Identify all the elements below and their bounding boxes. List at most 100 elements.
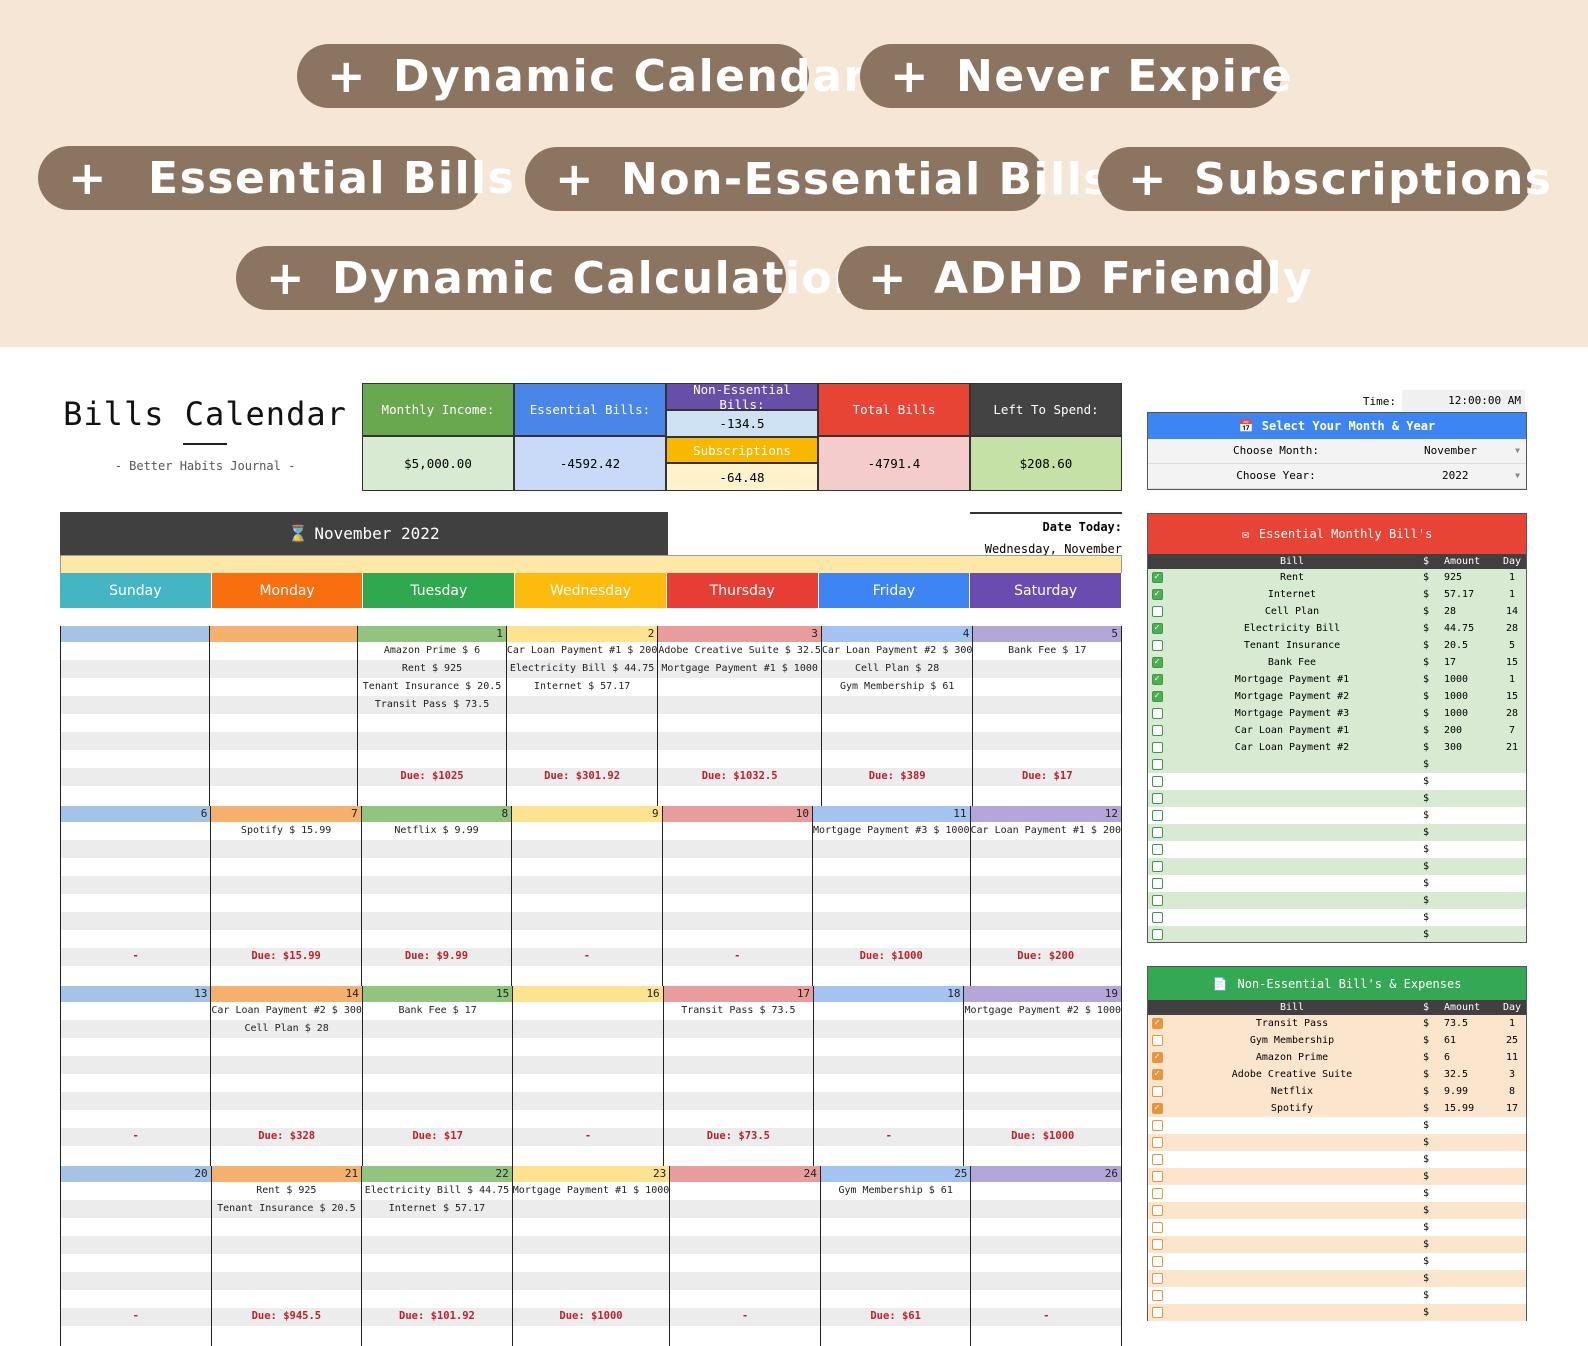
- unchecked-checkbox[interactable]: [1151, 895, 1163, 906]
- calendar-day-cell[interactable]: 11 Mortgage Payment #3 $ 1000 Due: $1000: [812, 806, 971, 986]
- calendar-day-cell[interactable]: 16 -: [513, 986, 664, 1166]
- calendar-day-cell[interactable]: 19 Mortgage Payment #2 $ 1000 Due: $1000: [964, 986, 1123, 1166]
- unchecked-checkbox[interactable]: [1151, 878, 1163, 889]
- unchecked-checkbox[interactable]: [1151, 1086, 1163, 1097]
- calendar-day-cell[interactable]: 24 -: [670, 1166, 821, 1346]
- checked-checkbox[interactable]: ✓: [1151, 1018, 1163, 1029]
- unchecked-checkbox[interactable]: [1151, 810, 1163, 821]
- month-row: Choose Month: November ▼: [1148, 439, 1526, 464]
- feature-pill-dynamic-calculation: + Dynamic Calculation: [236, 246, 865, 310]
- checked-checkbox[interactable]: ✓: [1151, 1069, 1163, 1080]
- calendar-day-cell[interactable]: 21 Rent $ 925 Tenant Insurance $ 20.5 Due: …: [211, 1166, 363, 1346]
- unchecked-checkbox[interactable]: [1151, 929, 1163, 940]
- unchecked-checkbox[interactable]: [1151, 793, 1163, 804]
- unchecked-checkbox[interactable]: [1151, 1137, 1163, 1148]
- calendar-day-cell[interactable]: [60, 626, 210, 806]
- calendar-day-cell[interactable]: 8 Netflix $ 9.99 Due: $9.99: [361, 806, 513, 986]
- unchecked-checkbox[interactable]: [1151, 708, 1163, 719]
- unchecked-checkbox[interactable]: [1151, 1222, 1163, 1233]
- bill-amount: 57.17: [1444, 589, 1475, 600]
- pill-label: Dynamic Calendar: [393, 50, 867, 102]
- unchecked-checkbox[interactable]: [1151, 1256, 1163, 1267]
- unchecked-checkbox[interactable]: [1151, 759, 1163, 770]
- day-due-total: -: [734, 950, 741, 962]
- unchecked-checkbox[interactable]: [1151, 912, 1163, 923]
- calendar-day-cell[interactable]: 9-: [512, 806, 663, 986]
- unchecked-checkbox[interactable]: [1151, 861, 1163, 872]
- unchecked-checkbox[interactable]: [1151, 827, 1163, 838]
- calendar-day-cell[interactable]: 18 -: [814, 986, 965, 1166]
- day-header-sunday: Sunday: [60, 573, 212, 608]
- bill-name: Tenant Insurance: [1243, 640, 1341, 651]
- unchecked-checkbox[interactable]: [1151, 1154, 1163, 1165]
- day-due-total: Due: $73.5: [706, 1130, 770, 1142]
- unchecked-checkbox[interactable]: [1151, 640, 1163, 651]
- unchecked-checkbox[interactable]: [1151, 1205, 1163, 1216]
- currency-symbol: $: [1423, 878, 1430, 889]
- calendar-day-cell[interactable]: 15 Bank Fee $ 17 Due: $17: [362, 986, 514, 1166]
- checked-checkbox[interactable]: ✓: [1151, 623, 1163, 634]
- calendar-day-cell[interactable]: 10 -: [662, 806, 813, 986]
- empty-bill-row: $: [1148, 824, 1526, 841]
- calendar-day-cell[interactable]: 7 Spotify $ 15.99 Due: $15.99: [211, 806, 362, 986]
- empty-bill-row: $: [1148, 1287, 1526, 1304]
- year-select[interactable]: 2022 ▼: [1404, 464, 1526, 488]
- calendar-day-cell[interactable]: 26 -: [971, 1166, 1123, 1346]
- calendar-day-cell[interactable]: 17 Transit Pass $ 73.5 Due: $73.5: [663, 986, 815, 1166]
- checkbox-cell: [1148, 807, 1166, 824]
- calendar-day-cell[interactable]: 13 -: [60, 986, 212, 1166]
- unchecked-checkbox[interactable]: [1151, 1120, 1163, 1131]
- unchecked-checkbox[interactable]: [1151, 1171, 1163, 1182]
- checkbox-cell: ✓: [1148, 1066, 1166, 1083]
- unchecked-checkbox[interactable]: [1151, 776, 1163, 787]
- bill-name: [1166, 1134, 1418, 1151]
- unchecked-checkbox[interactable]: [1151, 1307, 1163, 1318]
- unchecked-checkbox[interactable]: [1151, 725, 1163, 736]
- calendar-day-cell[interactable]: 25 Gym Membership $ 61 Due: $61: [820, 1166, 972, 1346]
- checked-checkbox[interactable]: ✓: [1151, 1052, 1163, 1063]
- checked-checkbox[interactable]: ✓: [1151, 589, 1163, 600]
- day-bill-list: -: [61, 1002, 211, 1146]
- unchecked-checkbox[interactable]: [1151, 1035, 1163, 1046]
- checked-checkbox[interactable]: ✓: [1151, 1103, 1163, 1114]
- unchecked-checkbox[interactable]: [1151, 1290, 1163, 1301]
- calendar-day-cell[interactable]: 2 Car Loan Payment #1 $ 200 Electricity Bi…: [506, 626, 659, 806]
- unchecked-checkbox[interactable]: [1151, 742, 1163, 753]
- calendar-day-cell[interactable]: 6-: [60, 806, 212, 986]
- currency-symbol: $: [1423, 1120, 1430, 1131]
- bill-name: [1166, 1270, 1418, 1287]
- calendar-day-cell[interactable]: 23 Mortgage Payment #1 $ 1000 Due: $1000: [512, 1166, 671, 1346]
- unchecked-checkbox[interactable]: [1151, 606, 1163, 617]
- day-due-total: Due: $9.99: [404, 950, 469, 962]
- calendar-day-cell[interactable]: 12 Car Loan Payment #1 $ 200 Due: $200: [970, 806, 1123, 986]
- calendar-day-cell[interactable]: 14 Car Loan Payment #2 $ 300 Cell Plan $ 2…: [211, 986, 363, 1166]
- unchecked-checkbox[interactable]: [1151, 1239, 1163, 1250]
- pill-label: Subscriptions: [1194, 153, 1553, 205]
- calendar-day-cell[interactable]: [209, 626, 359, 806]
- checked-checkbox[interactable]: ✓: [1151, 572, 1163, 583]
- checkbox-cell: ✓: [1148, 654, 1166, 671]
- unchecked-checkbox[interactable]: [1151, 1188, 1163, 1199]
- calendar-day-cell[interactable]: 3 Adobe Creative Suite $ 32.5 Mortgage Pay…: [658, 626, 822, 806]
- calendar-day-cell[interactable]: 1 Amazon Prime $ 6 Rent $ 925 Tenant Insura…: [358, 626, 507, 806]
- checked-checkbox[interactable]: ✓: [1151, 691, 1163, 702]
- currency-symbol: $: [1423, 1239, 1430, 1250]
- checked-checkbox[interactable]: ✓: [1151, 674, 1163, 685]
- calendar-day-cell[interactable]: 5 Bank Fee $ 17 Due: $17: [973, 626, 1123, 806]
- calendar-day-cell[interactable]: 22 Electricity Bill $ 44.75 Internet $ 57.…: [362, 1166, 513, 1346]
- month-select[interactable]: November ▼: [1404, 439, 1526, 463]
- day-due-total: Due: $389: [868, 770, 926, 782]
- unchecked-checkbox[interactable]: [1151, 1273, 1163, 1284]
- calendar-week: 1 Amazon Prime $ 6 Rent $ 925 Tenant Insura…: [60, 626, 1123, 806]
- unchecked-checkbox[interactable]: [1151, 844, 1163, 855]
- bill-day: [1498, 1287, 1526, 1304]
- monthly-income-label: Monthly Income:: [362, 383, 514, 436]
- time-value: 12:00:00 AM: [1402, 390, 1525, 412]
- calendar-day-cell[interactable]: 20 -: [60, 1166, 212, 1346]
- checked-checkbox[interactable]: ✓: [1151, 657, 1163, 668]
- bill-amount: [1440, 790, 1498, 807]
- day-bill-list: Mortgage Payment #3 $ 1000 Due: $1000: [812, 822, 970, 966]
- day-number: 24: [670, 1166, 820, 1182]
- empty-bill-row: $: [1148, 1236, 1526, 1253]
- calendar-day-cell[interactable]: 4 Car Loan Payment #2 $ 300 Cell Plan $ 28…: [821, 626, 974, 806]
